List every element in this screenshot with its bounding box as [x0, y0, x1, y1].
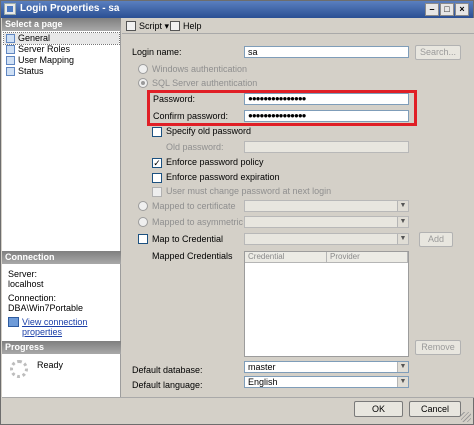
default-database-value: master — [248, 362, 276, 372]
sql-auth-label: SQL Server authentication — [152, 78, 258, 88]
script-icon — [126, 21, 136, 31]
general-page: Script ▾ Help Login name: sa Search... W… — [122, 18, 474, 397]
progress-status: Ready — [37, 360, 64, 370]
cancel-button[interactable]: Cancel — [409, 401, 461, 417]
close-button[interactable]: × — [455, 3, 469, 16]
connection-header: Connection — [2, 251, 121, 264]
view-connection-properties-link[interactable]: View connection properties — [8, 317, 120, 337]
view-connection-properties-label: View connection properties — [22, 317, 88, 337]
connection-value: DBA\Win7Portable — [8, 303, 84, 313]
password-label: Password: — [153, 94, 196, 104]
sidebar-item-label: General — [18, 33, 51, 43]
chevron-down-icon: ▼ — [397, 201, 408, 211]
credential-column-header: Credential — [245, 252, 327, 263]
script-label: Script — [139, 21, 163, 31]
help-button[interactable]: Help — [170, 20, 202, 32]
must-change-checkbox[interactable] — [152, 187, 162, 197]
footer-separator — [2, 397, 474, 398]
ok-button[interactable]: OK — [354, 401, 403, 417]
sidebar-item-server-roles[interactable]: Server Roles — [4, 44, 119, 55]
confirm-password-field[interactable]: ●●●●●●●●●●●●●●● — [244, 110, 409, 122]
enforce-policy-label: Enforce password policy — [166, 157, 264, 167]
default-language-combo[interactable]: English ▼ — [244, 376, 409, 388]
sidebar-item-label: User Mapping — [18, 55, 75, 65]
sidebar-item-status[interactable]: Status — [4, 66, 119, 77]
connection-properties-icon — [8, 317, 19, 327]
title-bar[interactable]: Login Properties - sa – □ × — [1, 1, 473, 18]
login-name-label: Login name: — [132, 47, 182, 57]
script-button[interactable]: Script ▾ — [126, 20, 169, 32]
sidebar-item-label: Status — [18, 66, 44, 76]
enforce-expiration-checkbox[interactable] — [152, 173, 162, 183]
help-label: Help — [183, 21, 202, 31]
default-database-label: Default database: — [132, 365, 203, 375]
chevron-down-icon: ▼ — [397, 362, 408, 372]
minimize-button[interactable]: – — [425, 3, 439, 16]
enforce-policy-checkbox[interactable]: ✓ — [152, 158, 162, 168]
chevron-down-icon: ▼ — [397, 234, 408, 244]
toolbar: Script ▾ Help — [122, 18, 474, 34]
login-properties-window: Login Properties - sa – □ × Select a pag… — [0, 0, 474, 425]
maximize-button[interactable]: □ — [440, 3, 454, 16]
must-change-label: User must change password at next login — [166, 186, 332, 196]
select-page-header: Select a page — [2, 18, 121, 31]
default-database-combo[interactable]: master ▼ — [244, 361, 409, 373]
credential-combo[interactable]: ▼ — [244, 233, 409, 245]
progress-header: Progress — [2, 341, 121, 354]
sidebar-item-general[interactable]: General — [3, 32, 120, 45]
certificate-combo[interactable]: ▼ — [244, 200, 409, 212]
sidebar-item-label: Server Roles — [18, 44, 71, 54]
app-icon — [4, 3, 16, 15]
search-button[interactable]: Search... — [415, 45, 461, 60]
default-language-label: Default language: — [132, 380, 203, 390]
windows-auth-radio[interactable] — [138, 64, 148, 74]
default-language-value: English — [248, 377, 278, 387]
resize-grip[interactable] — [461, 412, 471, 422]
provider-column-header: Provider — [327, 252, 408, 263]
chevron-down-icon: ▼ — [397, 217, 408, 227]
mapped-cert-label: Mapped to certificate — [152, 201, 236, 211]
sidebar-item-user-mapping[interactable]: User Mapping — [4, 55, 119, 66]
chevron-down-icon: ▼ — [397, 377, 408, 387]
map-credential-checkbox[interactable] — [138, 234, 148, 244]
remove-button[interactable]: Remove — [415, 340, 461, 355]
server-value: localhost — [8, 279, 44, 289]
sidebar: Select a page General Server Roles User … — [2, 18, 121, 397]
windows-auth-label: Windows authentication — [152, 64, 248, 74]
page-icon — [6, 56, 15, 65]
add-button[interactable]: Add — [419, 232, 453, 247]
progress-spinner-icon — [10, 360, 28, 378]
mapped-credentials-label: Mapped Credentials — [152, 251, 233, 261]
page-icon — [6, 45, 15, 54]
page-icon — [6, 67, 15, 76]
mapped-asym-key-radio[interactable] — [138, 217, 148, 227]
specify-old-password-label: Specify old password — [166, 126, 252, 136]
mapped-cert-radio[interactable] — [138, 201, 148, 211]
map-credential-label: Map to Credential — [152, 234, 224, 244]
specify-old-password-checkbox[interactable] — [152, 127, 162, 137]
help-icon — [170, 21, 180, 31]
old-password-field[interactable] — [244, 141, 409, 153]
asym-key-combo[interactable]: ▼ — [244, 216, 409, 228]
login-name-field[interactable]: sa — [244, 46, 409, 58]
confirm-password-label: Confirm password: — [153, 111, 229, 121]
old-password-label: Old password: — [166, 142, 224, 152]
password-field[interactable]: ●●●●●●●●●●●●●●● — [244, 93, 409, 105]
mapped-credentials-grid[interactable]: Credential Provider — [244, 251, 409, 357]
window-title: Login Properties - sa — [20, 3, 120, 14]
sql-auth-radio[interactable] — [138, 78, 148, 88]
enforce-expiration-label: Enforce password expiration — [166, 172, 280, 182]
page-icon — [6, 34, 15, 43]
